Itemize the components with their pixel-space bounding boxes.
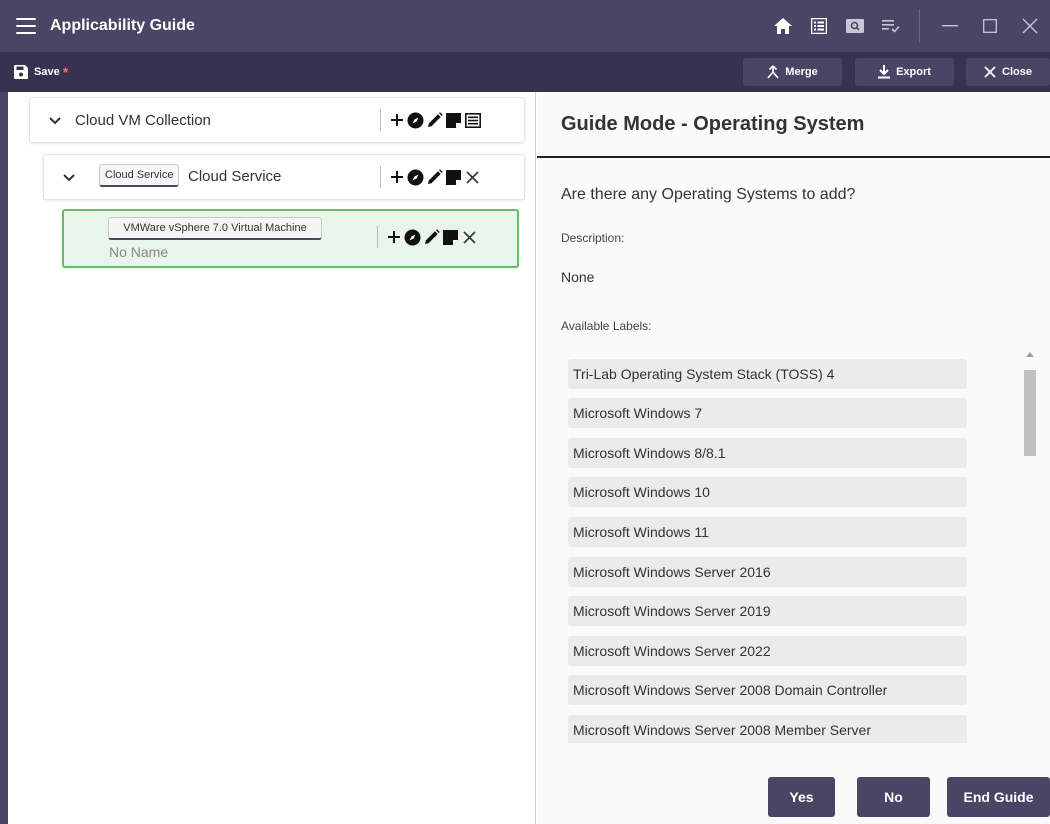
scroll-up-icon[interactable] [1026,352,1034,357]
action-toolbar: Save * Merge Export Close [0,52,1050,92]
add-icon[interactable] [387,109,406,131]
save-icon [14,65,28,79]
delete-icon[interactable] [463,166,482,188]
scroll-thumb[interactable] [1024,370,1036,456]
left-edge-bar [0,92,8,824]
image-search-icon[interactable] [837,8,873,44]
label-item[interactable]: Microsoft Windows Server 2008 Domain Con… [568,675,967,705]
note-icon[interactable] [444,109,463,131]
node-type-chip[interactable]: Cloud Service [99,164,180,187]
app-title: Applicability Guide [50,17,195,34]
note-icon[interactable] [444,166,463,188]
node-type-chip[interactable]: VMWare vSphere 7.0 Virtual Machine [108,217,322,240]
chevron-down-icon[interactable] [48,114,62,128]
tree-node-root[interactable]: Cloud VM Collection [29,97,525,143]
guide-question: Are there any Operating Systems to add? [561,186,856,203]
label-item[interactable]: Microsoft Windows 8/8.1 [568,438,967,468]
edit-icon[interactable] [425,166,444,188]
compass-icon[interactable] [403,226,422,248]
no-button[interactable]: No [857,777,930,817]
node-name: No Name [109,244,169,260]
note-icon[interactable] [441,226,460,248]
compass-icon[interactable] [406,109,425,131]
add-icon[interactable] [384,226,403,248]
checklist-icon[interactable] [873,8,909,44]
node-label: Cloud VM Collection [75,112,211,129]
labels-scrollbar[interactable] [1021,348,1039,743]
minimize-icon[interactable] [930,0,970,52]
maximize-icon[interactable] [970,0,1010,52]
label-item[interactable]: Microsoft Windows Server 2022 [568,636,967,666]
hamburger-menu-icon[interactable] [16,18,36,34]
description-label: Description: [561,231,625,245]
compass-icon[interactable] [406,166,425,188]
edit-icon[interactable] [422,226,441,248]
guide-header: Guide Mode - Operating System [537,92,1050,158]
label-item[interactable]: Microsoft Windows Server 2008 Member Ser… [568,715,967,743]
yes-button[interactable]: Yes [768,777,835,817]
merge-label: Merge [785,66,818,78]
node-label: Cloud Service [188,168,282,185]
tree-node-virtual-machine[interactable]: VMWare vSphere 7.0 Virtual Machine No Na… [62,209,519,268]
node-actions [380,107,482,133]
close-icon [984,66,996,78]
save-label: Save [34,66,60,78]
label-item[interactable]: Tri-Lab Operating System Stack (TOSS) 4 [568,359,967,389]
unsaved-indicator: * [62,64,69,80]
description-value: None [561,269,595,285]
label-item[interactable]: Microsoft Windows 10 [568,477,967,507]
tree-node-cloud-service[interactable]: Cloud Service Cloud Service [43,154,525,200]
guide-panel: Guide Mode - Operating System Are there … [537,92,1050,824]
label-item[interactable]: Microsoft Windows 11 [568,517,967,547]
add-icon[interactable] [387,166,406,188]
window-close-icon[interactable] [1010,0,1050,52]
home-icon[interactable] [765,8,801,44]
export-label: Export [896,66,931,78]
label-item[interactable]: Microsoft Windows Server 2016 [568,557,967,587]
end-guide-button[interactable]: End Guide [947,777,1050,817]
available-labels-title: Available Labels: [561,319,652,333]
table-icon[interactable] [463,109,482,131]
chevron-down-icon[interactable] [62,171,76,185]
close-button[interactable]: Close [966,58,1050,86]
node-actions [377,224,479,250]
title-bar: Applicability Guide [0,0,1050,52]
merge-icon [767,65,779,79]
download-icon [878,65,891,79]
save-button[interactable]: Save * [8,58,74,86]
delete-icon[interactable] [460,226,479,248]
export-button[interactable]: Export [855,58,954,86]
title-divider [919,9,920,43]
list-view-icon[interactable] [801,8,837,44]
tree-panel: Cloud VM Collection Cloud Service Cloud … [8,92,536,824]
available-labels-list[interactable]: Tri-Lab Operating System Stack (TOSS) 4 … [561,348,1042,743]
close-label: Close [1002,66,1032,78]
label-item[interactable]: Microsoft Windows 7 [568,398,967,428]
node-actions [380,164,482,190]
label-item[interactable]: Microsoft Windows Server 2019 [568,596,967,626]
edit-icon[interactable] [425,109,444,131]
merge-button[interactable]: Merge [743,58,842,86]
